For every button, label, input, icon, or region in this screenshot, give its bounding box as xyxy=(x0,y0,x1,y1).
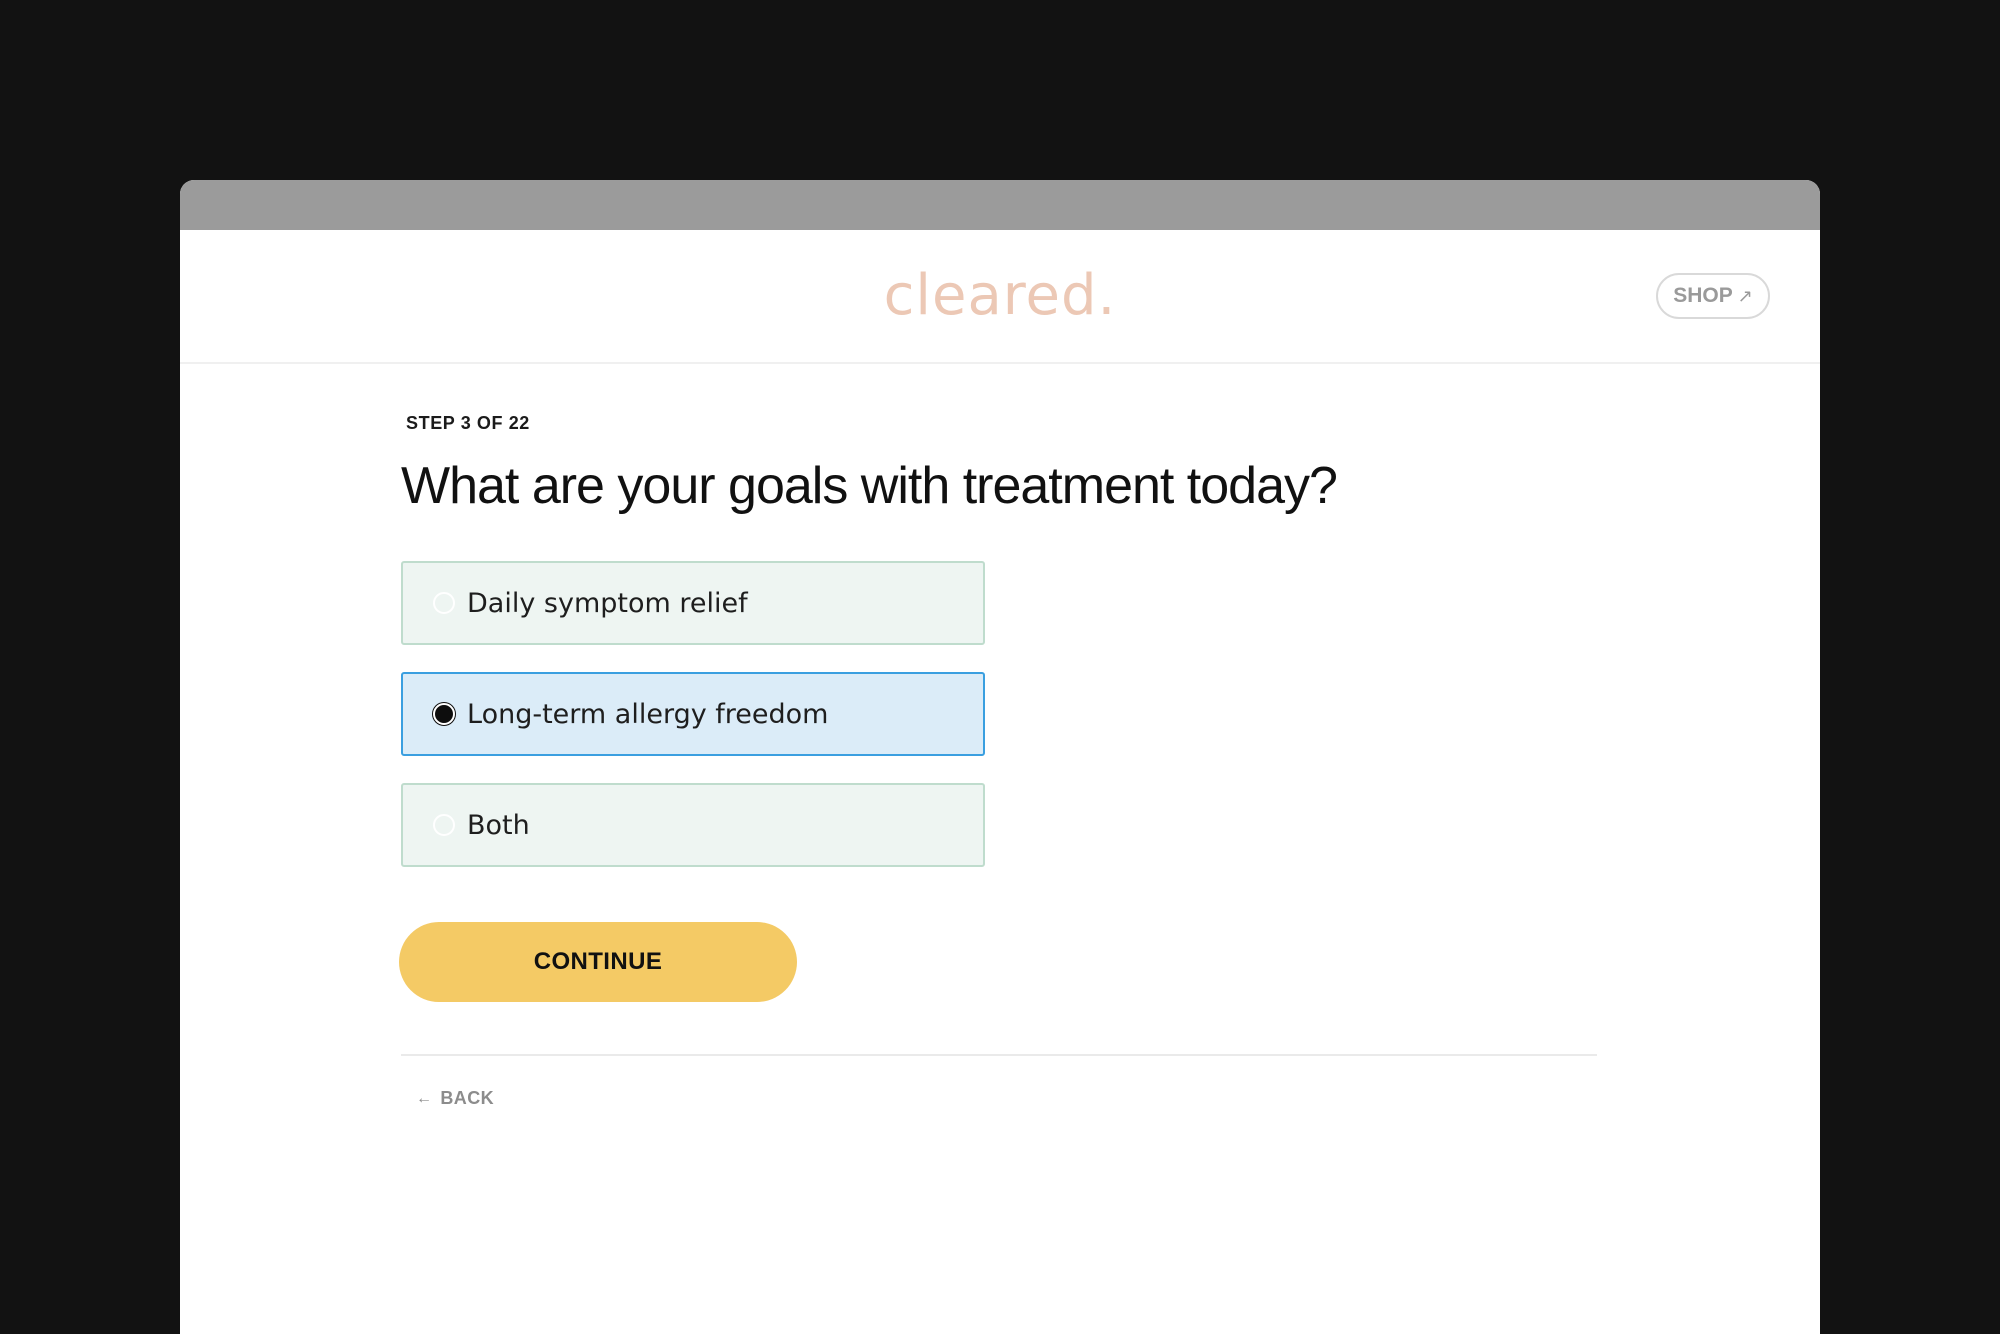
continue-button[interactable]: CONTINUE xyxy=(399,922,797,1002)
step-indicator: STEP 3 OF 22 xyxy=(406,413,530,433)
radio-unchecked-icon[interactable] xyxy=(433,592,455,614)
site-header: cleared. SHOP ↗ xyxy=(180,230,1820,364)
external-arrow-icon: ↗ xyxy=(1737,285,1753,306)
radio-unchecked-icon[interactable] xyxy=(433,814,455,836)
back-link[interactable]: ← BACK xyxy=(416,1088,494,1109)
option-both[interactable]: Both xyxy=(401,783,985,867)
back-label: BACK xyxy=(440,1088,495,1108)
shop-button[interactable]: SHOP ↗ xyxy=(1656,273,1770,319)
option-label: Long-term allergy freedom xyxy=(467,698,829,730)
divider xyxy=(401,1054,1597,1056)
option-long-term-allergy-freedom[interactable]: Long-term allergy freedom xyxy=(401,672,985,756)
cleared-logo[interactable]: cleared. xyxy=(180,242,1820,350)
option-daily-symptom-relief[interactable]: Daily symptom relief xyxy=(401,561,985,645)
question-title: What are your goals with treatment today… xyxy=(401,457,1338,515)
window-titlebar xyxy=(180,180,1820,230)
browser-window: cleared. SHOP ↗ STEP 3 OF 22 What are yo… xyxy=(180,180,1820,1334)
shop-button-label: SHOP xyxy=(1673,284,1733,307)
arrow-left-icon: ← xyxy=(416,1089,433,1107)
radio-checked-icon[interactable] xyxy=(433,703,455,725)
answer-options: Daily symptom relief Long-term allergy f… xyxy=(401,561,985,894)
option-label: Daily symptom relief xyxy=(467,587,748,619)
option-label: Both xyxy=(467,809,530,841)
